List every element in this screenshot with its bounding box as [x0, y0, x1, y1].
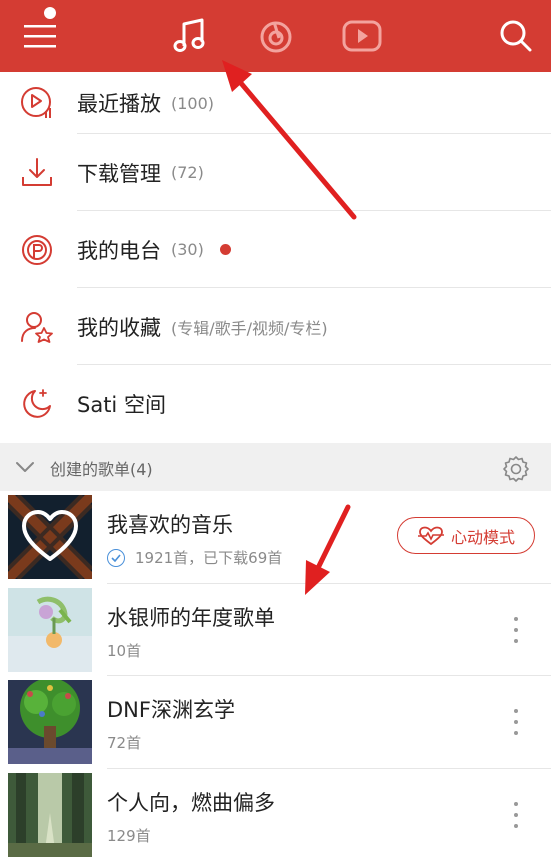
tab-video[interactable] — [332, 0, 392, 72]
search-button[interactable] — [486, 0, 546, 72]
playlist-subtitle: 1921首，已下载69首 — [135, 549, 283, 567]
downloaded-check-icon — [107, 548, 125, 567]
chevron-down-icon — [16, 462, 34, 472]
top-app-bar — [0, 0, 551, 72]
more-options-button[interactable] — [506, 706, 526, 738]
notification-dot — [44, 7, 56, 19]
playlist-subtitle: 129首 — [107, 826, 151, 845]
new-content-dot — [219, 244, 231, 255]
created-playlists-header[interactable]: 创建的歌单(4) — [0, 443, 551, 491]
menu-button[interactable] — [10, 0, 70, 72]
playlist-cover — [8, 495, 92, 579]
my-music-menu: 最近播放 (100) 下载管理 (72) 我的电台 (30) 我的收藏 (专辑/… — [0, 72, 551, 442]
heartbeat-mode-button[interactable]: 心动模式 — [397, 517, 535, 554]
search-icon — [500, 20, 532, 52]
menu-item-count: (100) — [171, 93, 215, 113]
menu-item-count: (专辑/歌手/视频/专栏) — [171, 318, 328, 338]
tab-radio[interactable] — [246, 0, 306, 72]
download-icon — [18, 154, 56, 192]
video-play-icon — [342, 20, 382, 52]
menu-item-sati[interactable]: Sati 空间 — [0, 365, 551, 442]
menu-item-label: 我的收藏 — [77, 315, 161, 340]
menu-item-label: 下载管理 — [77, 161, 161, 186]
favorites-icon — [18, 308, 56, 346]
heartbeat-mode-label: 心动模式 — [450, 527, 515, 547]
gear-icon[interactable] — [502, 455, 530, 483]
menu-item-favorites[interactable]: 我的收藏 (专辑/歌手/视频/专栏) — [0, 288, 551, 365]
moon-icon — [18, 385, 56, 423]
netease-radio-icon — [260, 21, 292, 53]
tab-music[interactable] — [160, 0, 220, 72]
menu-item-radio-station[interactable]: 我的电台 (30) — [0, 211, 551, 288]
heartbeat-icon — [417, 526, 444, 545]
more-options-button[interactable] — [506, 614, 526, 646]
playlist-title: 水银师的年度歌单 — [107, 605, 275, 630]
recent-play-icon — [18, 84, 56, 122]
section-title: 创建的歌单(4) — [50, 460, 153, 479]
more-options-button[interactable] — [506, 799, 526, 831]
menu-item-label: 最近播放 — [77, 92, 161, 116]
playlist-title: 个人向，燃曲偏多 — [107, 790, 275, 815]
playlist-list: 我喜欢的音乐 1921首，已下载69首 心动模式 水银师的年度歌单 10首 DN… — [0, 491, 551, 861]
playlist-item-personal[interactable]: 个人向，燃曲偏多 129首 — [0, 769, 551, 862]
playlist-cover — [8, 680, 92, 764]
playlist-item-liked[interactable]: 我喜欢的音乐 1921首，已下载69首 心动模式 — [0, 491, 551, 584]
music-note-icon — [173, 18, 205, 52]
menu-item-label: Sati 空间 — [77, 392, 166, 417]
playlist-title: DNF深渊玄学 — [107, 698, 235, 722]
radio-station-icon — [18, 231, 56, 269]
playlist-item-annual[interactable]: 水银师的年度歌单 10首 — [0, 584, 551, 676]
menu-item-count: (72) — [171, 163, 204, 182]
playlist-title: 我喜欢的音乐 — [107, 513, 233, 537]
playlist-subtitle: 10首 — [107, 641, 142, 660]
menu-icon — [24, 25, 56, 48]
menu-item-count: (30) — [171, 240, 204, 259]
playlist-item-dnf[interactable]: DNF深渊玄学 72首 — [0, 676, 551, 769]
playlist-cover — [8, 772, 92, 857]
menu-item-label: 我的电台 — [77, 238, 161, 263]
menu-item-recent[interactable]: 最近播放 (100) — [0, 72, 551, 134]
playlist-cover — [8, 587, 92, 672]
playlist-subtitle: 72首 — [107, 734, 142, 752]
menu-item-downloads[interactable]: 下载管理 (72) — [0, 134, 551, 211]
